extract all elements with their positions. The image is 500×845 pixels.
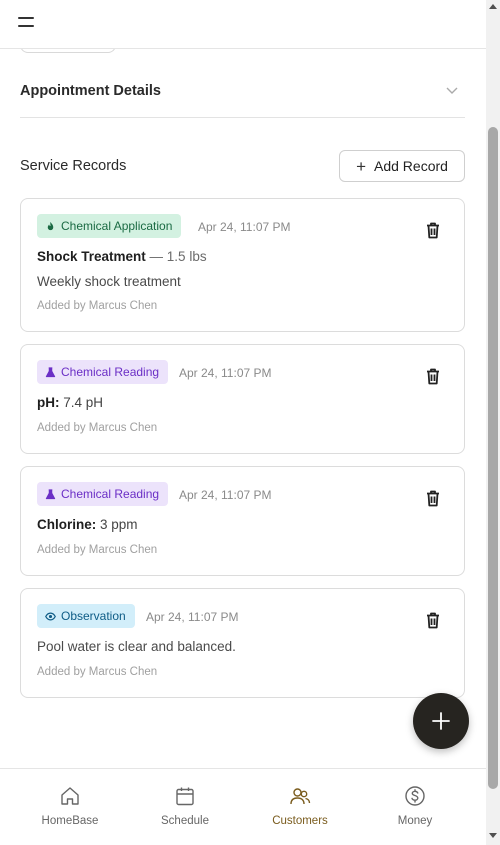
record-author: Added by Marcus Chen [37,422,158,434]
record-type-badge: Chemical Reading [37,482,169,506]
plus-icon [432,712,450,730]
record-type-badge: Chemical Reading [37,360,169,384]
users-icon [290,788,311,805]
add-record-button[interactable]: + Add Record [339,150,465,182]
flame-icon [47,221,54,230]
record-reading: pH: 7.4 pH [37,395,104,410]
record-timestamp: Apr 24, 11:07 PM [146,610,239,624]
trash-icon[interactable] [426,490,440,507]
record-value: 3 ppm [96,517,138,532]
record-timestamp: Apr 24, 11:07 PM [198,220,291,234]
service-record-card: Observation Apr 24, 11:07 PM Pool water … [20,588,465,698]
flask-icon [45,366,56,377]
nav-item-homebase[interactable]: HomeBase [20,769,120,845]
record-author: Added by Marcus Chen [37,666,158,678]
home-icon [61,787,79,805]
scroll-up-arrow-icon[interactable] [489,4,497,9]
flask-icon [45,488,56,499]
record-value: 7.4 pH [59,395,104,410]
vertical-scrollbar[interactable] [486,0,500,845]
record-timestamp: Apr 24, 11:07 PM [179,488,272,502]
service-record-card: Chemical Reading Apr 24, 11:07 PM pH: 7.… [20,344,465,454]
eye-icon [45,612,56,620]
hamburger-menu-icon[interactable] [18,17,34,29]
record-note: Pool water is clear and balanced. [37,639,236,654]
trash-icon[interactable] [426,368,440,385]
nav-item-customers[interactable]: Customers [250,769,350,845]
appointment-details-title: Appointment Details [20,83,161,99]
service-record-card: Chemical Reading Apr 24, 11:07 PM Chlori… [20,466,465,576]
scrollbar-thumb[interactable] [488,127,498,789]
record-type-badge: Observation [37,604,135,628]
partially-hidden-button[interactable] [20,49,116,53]
trash-icon[interactable] [426,222,440,239]
content-scroll-area[interactable]: Appointment Details Service Records + Ad… [0,49,486,768]
record-title: Shock Treatment — 1.5 lbs [37,249,207,264]
service-records-title: Service Records [20,158,127,174]
calendar-icon [176,787,194,806]
add-record-label: Add Record [374,158,448,174]
record-type-badge: Chemical Application [37,214,182,238]
record-author: Added by Marcus Chen [37,300,158,312]
nav-item-schedule[interactable]: Schedule [135,769,235,845]
record-author: Added by Marcus Chen [37,544,158,556]
nav-item-money[interactable]: Money [365,769,465,845]
scroll-down-arrow-icon[interactable] [489,833,497,838]
record-timestamp: Apr 24, 11:07 PM [179,366,272,380]
bottom-navigation: HomeBase Schedule Customers Money [0,768,486,845]
top-bar [0,0,486,49]
record-quantity: — 1.5 lbs [145,249,207,264]
chevron-down-icon [446,87,458,94]
record-reading: Chlorine: 3 ppm [37,517,138,532]
add-floating-button[interactable] [413,693,469,749]
trash-icon[interactable] [426,612,440,629]
appointment-details-accordion[interactable]: Appointment Details [20,71,465,118]
dollar-icon [405,786,425,806]
plus-icon: + [356,156,366,176]
service-record-card: Chemical Application Apr 24, 11:07 PM Sh… [20,198,465,332]
record-note: Weekly shock treatment [37,274,181,289]
